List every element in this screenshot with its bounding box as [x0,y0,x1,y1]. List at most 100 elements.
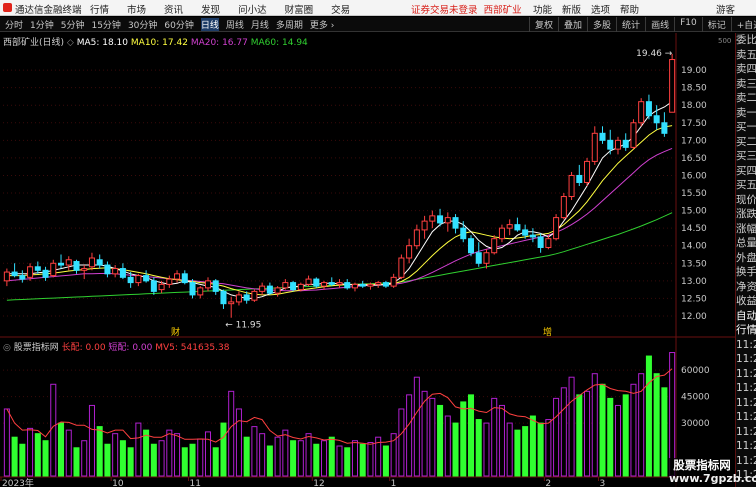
menu-wealth[interactable]: 财富圈 [285,2,314,16]
candle-body [498,227,505,240]
price-tick-label: 12.50 [681,294,707,304]
candle-body [367,283,374,287]
menu-function[interactable]: 功能 [533,2,552,16]
tool-stats[interactable]: 统计 [616,17,645,32]
menu-newversion[interactable]: 新版 [562,2,581,16]
quote-row: 行情 [736,324,756,336]
x-tick-label: 2023年 [2,477,34,487]
tool-draw[interactable]: 画线 [645,17,674,32]
period-weekly[interactable]: 周线 [226,18,244,31]
period-daily[interactable]: 日线 [200,18,219,31]
login-notice[interactable]: 证券交易未登录 西部矿业 [411,2,522,16]
high-annotation: 19.46 → [636,49,673,59]
period-1min[interactable]: 1分钟 [30,18,54,31]
quote-row: 卖三 [736,77,756,90]
price-tick-label: 12.00 [681,312,707,322]
user-label[interactable]: 游客 [716,2,735,16]
period-15min[interactable]: 15分钟 [91,18,120,31]
volume-bar [413,376,420,477]
candle-body [506,224,513,229]
volume-bar [274,436,281,477]
menu-market[interactable]: 市场 [127,2,146,16]
quote-row: 买二 [736,135,756,148]
quote-row: 11:25 [736,440,756,452]
quote-row: 现价 [736,193,756,206]
volume-bar [483,422,490,477]
period-monthly[interactable]: 月线 [251,18,269,31]
volume-bar [653,373,660,477]
candle-body [638,101,645,124]
volume-bar [96,426,103,477]
candle-body [143,275,150,282]
volume-bar [584,390,591,477]
candle-body [27,266,34,278]
indicator-name[interactable]: 股票指标网 [14,343,59,353]
volume-bar [104,443,111,477]
candle-body [313,278,320,287]
x-tick-label: 10 [112,479,124,487]
tool-mark[interactable]: 标记 [701,17,731,32]
tool-overlay[interactable]: 叠加 [558,17,587,32]
settings-icon[interactable]: ◎ [3,343,14,353]
quote-row: 11:25 [736,367,756,380]
price-tick-label: 18.00 [681,101,707,111]
volume-bar [3,408,10,477]
volume-bar [150,443,157,477]
menu-news[interactable]: 资讯 [164,2,183,16]
x-tick-label: 12 [313,479,324,487]
quote-row: 总量 [736,237,756,249]
tool-f10[interactable]: F10 [674,17,702,32]
quote-row: 收益 [736,295,756,307]
menu-ask[interactable]: 问小达 [238,2,267,16]
quote-row: 换手 [736,266,756,278]
period-30min[interactable]: 30分钟 [128,18,157,31]
candle-body [3,271,10,282]
price-tick-label: 18.50 [681,84,707,94]
candle-body [58,262,65,266]
quote-row: 涨跌 [736,208,756,220]
kline-chart[interactable]: 19.00 18.50 18.00 17.50 17.00 16.50 16.00 15.50… [0,33,735,487]
volume-bar [336,445,343,477]
menu-quotes[interactable]: 行情 [90,2,109,16]
quote-row: 卖一 [736,106,756,119]
candle-body [321,282,328,287]
quote-row: 11:25 [736,425,756,438]
menu-help[interactable]: 帮助 [620,2,639,16]
volume-bar [119,440,126,477]
period-5min[interactable]: 5分钟 [61,18,85,31]
candle-body [274,287,281,294]
volume-bar [467,394,475,477]
candle-body [127,276,134,284]
menu-discover[interactable]: 发现 [201,2,220,16]
quote-row: 11:25 [736,396,756,409]
period-more[interactable]: 更多 › [310,18,334,31]
price-tick-label: 17.50 [681,119,707,129]
volume-bar [382,445,389,477]
period-multi[interactable]: 多周期 [276,18,303,31]
ma60-label: MA60: 14.94 [250,38,308,48]
volume-bar [599,383,606,477]
volume-bar [529,415,536,477]
candle-body [421,220,428,231]
volume-bar [522,426,529,477]
candle-body [220,290,227,305]
volume-bar [259,433,266,477]
candle-body [88,257,95,268]
menu-options[interactable]: 选项 [591,2,610,16]
tool-adjust[interactable]: 复权 [529,17,558,32]
candle-body [243,294,250,301]
period-60min[interactable]: 60分钟 [164,18,193,31]
volume-bar [321,440,328,477]
candle-body [491,238,498,254]
tool-multistock[interactable]: 多股 [587,17,616,32]
tool-add-watch[interactable]: +自选 [730,17,756,32]
candle-body [50,262,57,277]
period-tick[interactable]: 分时 [5,18,23,31]
menu-trade[interactable]: 交易 [331,2,350,16]
candle-body [328,282,335,285]
candle-body [104,264,111,275]
price-tick-label: 19.00 [681,66,707,76]
volume-bar [537,422,544,477]
collapse-icon[interactable]: ◇ [67,38,77,48]
candle-body [560,196,567,219]
